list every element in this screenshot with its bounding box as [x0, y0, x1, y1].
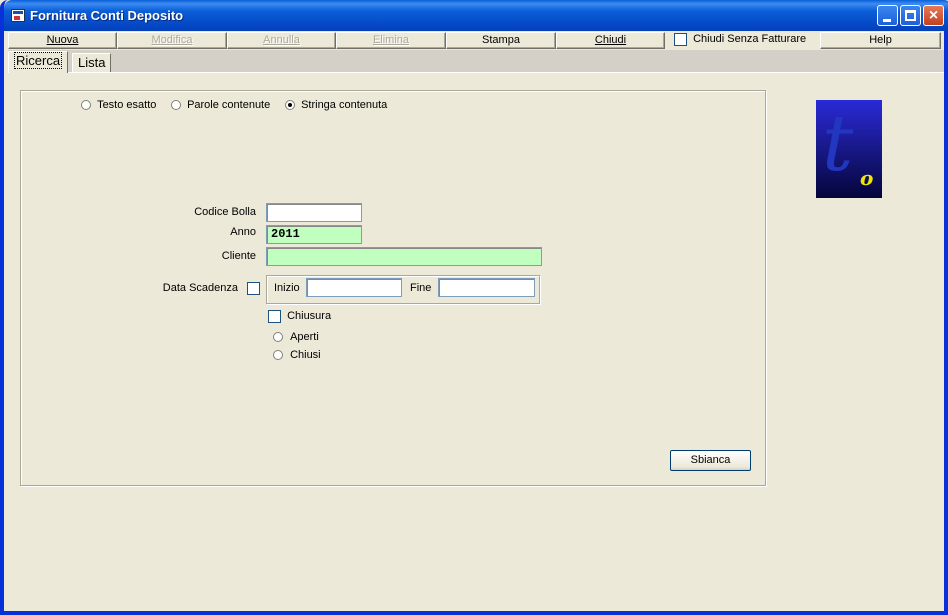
anno-input[interactable]: 2011 — [266, 225, 362, 244]
close-button[interactable]: × — [923, 5, 944, 26]
sbianca-button[interactable]: Sbianca — [670, 450, 751, 471]
anno-label: Anno — [230, 226, 256, 238]
title-bar[interactable]: Fornitura Conti Deposito × — [4, 0, 948, 31]
chiudi-label: Chiudi — [594, 34, 627, 46]
help-label: Help — [869, 34, 892, 46]
aperti-label: Aperti — [290, 331, 319, 343]
elimina-label: Elimina — [372, 34, 410, 46]
maximize-icon — [905, 10, 916, 21]
help-button[interactable]: Help — [820, 32, 941, 49]
tab-ricerca[interactable]: Ricerca — [8, 51, 69, 73]
codice-bolla-label: Codice Bolla — [194, 206, 256, 218]
main-window: Fornitura Conti Deposito × Nuova Modific… — [0, 0, 948, 615]
data-scadenza-label: Data Scadenza — [162, 282, 238, 294]
nuova-label: Nuova — [46, 34, 79, 46]
minimize-button[interactable] — [877, 5, 898, 26]
parole-contenute-radio[interactable] — [171, 100, 181, 111]
fine-input[interactable] — [438, 278, 535, 297]
data-scadenza-checkbox[interactable] — [247, 282, 260, 295]
testo-esatto-radio[interactable] — [81, 100, 91, 111]
inizio-input[interactable] — [306, 278, 402, 297]
close-icon: × — [928, 7, 939, 24]
chiudi-senza-fatturare-option[interactable]: Chiudi Senza Fatturare — [674, 32, 820, 49]
elimina-button[interactable]: Elimina — [336, 32, 446, 49]
chiusi-radio[interactable] — [273, 350, 283, 361]
logo-letter-t: t — [822, 100, 854, 189]
tab-ricerca-label: Ricerca — [14, 52, 63, 69]
chiusi-option[interactable]: Chiusi — [273, 349, 321, 361]
chiusi-label: Chiusi — [290, 349, 321, 361]
tab-strip — [8, 50, 944, 72]
modifica-label: Modifica — [151, 34, 193, 46]
tab-lista-label: Lista — [78, 55, 106, 70]
aperti-option[interactable]: Aperti — [273, 331, 319, 343]
chiusura-label: Chiusura — [287, 310, 332, 323]
app-icon[interactable] — [11, 9, 25, 22]
maximize-button[interactable] — [900, 5, 921, 26]
annulla-button[interactable]: Annulla — [227, 32, 336, 49]
chiudi-senza-fatturare-label: Chiudi Senza Fatturare — [693, 33, 807, 45]
aperti-radio[interactable] — [273, 332, 283, 343]
minimize-icon — [883, 19, 891, 22]
cliente-input[interactable] — [266, 247, 542, 266]
search-mode-testo-esatto[interactable]: Testo esatto — [81, 99, 156, 111]
fine-label: Fine — [410, 282, 432, 294]
search-mode-parole-contenute[interactable]: Parole contenute — [171, 99, 270, 111]
stringa-contenuta-label: Stringa contenuta — [301, 99, 388, 111]
search-mode-stringa-contenuta[interactable]: Stringa contenuta — [285, 99, 387, 111]
logo-letter-o: o — [860, 166, 874, 190]
inizio-label: Inizio — [274, 282, 300, 294]
modifica-button[interactable]: Modifica — [117, 32, 227, 49]
command-toolbar: Nuova Modifica Annulla Elimina Stampa Ch… — [8, 31, 944, 49]
window-title: Fornitura Conti Deposito — [30, 8, 184, 23]
codice-bolla-input[interactable] — [266, 203, 362, 222]
annulla-label: Annulla — [263, 34, 300, 46]
tab-lista[interactable]: Lista — [72, 53, 112, 73]
nuova-button[interactable]: Nuova — [8, 32, 117, 49]
to-logo-icon: t o — [816, 100, 882, 198]
chiudi-senza-fatturare-checkbox[interactable] — [674, 32, 687, 46]
stampa-button[interactable]: Stampa — [446, 32, 556, 49]
cliente-label: Cliente — [221, 250, 256, 262]
parole-contenute-label: Parole contenute — [187, 99, 271, 111]
testo-esatto-label: Testo esatto — [97, 99, 157, 111]
chiusura-option[interactable]: Chiusura — [268, 310, 331, 323]
chiusura-checkbox[interactable] — [268, 310, 281, 323]
chiudi-button[interactable]: Chiudi — [556, 32, 665, 49]
stringa-contenuta-radio[interactable] — [285, 100, 295, 111]
stampa-label: Stampa — [482, 34, 520, 46]
